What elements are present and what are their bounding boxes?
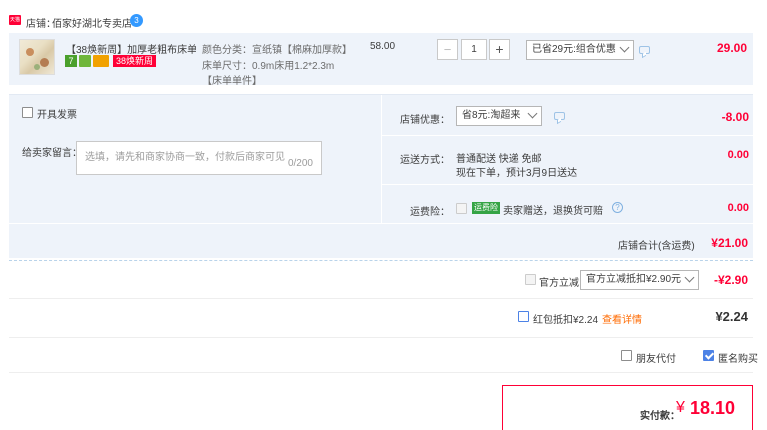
invoice-label: 开具发票 [37,110,77,121]
official-discount-label: 官方立减 [539,278,579,289]
anonymous-checkbox[interactable] [703,350,714,361]
shop-total-row: 店铺合计(含运费) ¥21.00 [9,223,753,259]
item-subtotal: 29.00 [716,41,747,55]
payment-amount: 18.10 [690,398,736,418]
insurance-text: 卖家赠送，退换货可赔 [503,206,603,217]
item-row: 【38焕新周】加厚老粗布床单... 7 38焕新周 颜色分类：宣纸镇【棉麻加厚款… [9,33,753,87]
shop-coupon-row: 店铺优惠： 省8元:淘超来 -8.00 [382,95,754,136]
service-badge-icon [79,55,91,67]
chevron-down-icon [619,42,630,53]
payment-label: 实付款： [640,411,680,422]
shop-total-amount: ¥21.00 [711,236,748,250]
right-column: 店铺优惠： 省8元:淘超来 -8.00 运送方式： 普通配送 快递 免邮 现在下… [381,95,754,223]
item-unit-price: 58.00 [370,41,396,52]
payment-summary-box: 实付款： ¥ 18.10 [502,385,753,430]
shop-total-label: 店铺合计(含运费) [618,241,695,252]
note-counter: 0/200 [287,158,313,169]
shop-name[interactable]: 佰家好湖北专卖店 [52,15,132,30]
invoice-checkbox[interactable] [22,107,33,118]
message-icon[interactable] [554,112,565,120]
promo-badge: 38焕新周 [113,55,157,67]
quantity-input[interactable]: 1 [461,39,487,60]
official-discount-row: 官方立减 官方立减抵扣¥2.90元 -¥2.90 [9,261,753,299]
help-icon[interactable]: ? [612,202,623,213]
message-icon[interactable] [639,46,650,54]
friend-pay-label: 朋友代付 [636,354,676,365]
shipping-eta: 现在下单，预计3月9日送达 [456,168,578,179]
payment-currency: ¥ [676,399,685,416]
note-textarea[interactable]: 选填，请先和商家协商一致，付款后商家可见 0/200 [76,141,322,175]
insurance-label: 运费险： [410,207,450,218]
seven-day-return-badge: 7 [65,55,77,67]
item-title[interactable]: 【38焕新周】加厚老粗布床单... [66,41,196,56]
official-discount-amount: -¥2.90 [713,273,748,287]
shop-coupon-label: 店铺优惠： [400,115,450,126]
insurance-amount: 0.00 [727,202,749,214]
friend-pay-checkbox[interactable] [621,350,632,361]
redpacket-checkbox[interactable] [518,311,529,322]
item-discount-select[interactable]: 已省29元:组合优惠 [526,40,634,60]
shipping-row: 运送方式： 普通配送 快递 免邮 现在下单，预计3月9日送达 0.00 [382,137,754,185]
official-discount-value: 官方立减抵扣¥2.90元 [586,274,682,285]
note-placeholder: 选填，请先和商家协商一致，付款后商家可见 [85,152,285,163]
redpacket-details-link[interactable]: 查看详情 [602,311,642,326]
chevron-down-icon [527,108,538,119]
insurance-tag: 运费险 [472,202,500,214]
redpacket-row: 红包抵扣¥2.24 查看详情 ¥2.24 [9,300,753,338]
shop-coupon-select[interactable]: 省8元:淘超来 [456,106,542,126]
insurance-checkbox [456,203,467,214]
official-discount-checkbox [525,274,536,285]
official-discount-select[interactable]: 官方立减抵扣¥2.90元 [580,270,699,290]
thumb-flower-icon [40,58,49,67]
pay-options-row: 朋友代付 匿名购买 [9,339,758,373]
insurance-row: 运费险： 运费险 卖家赠送，退换货可赔 ? 0.00 [382,186,754,223]
shipping-label: 运送方式： [400,155,450,166]
thumb-leaf-icon [34,64,40,70]
redpacket-label: 红包抵扣¥2.24 [533,315,599,326]
tmall-badge: 天猫 [9,15,21,25]
chat-icon[interactable]: 3 [130,14,143,27]
shipping-amount: 0.00 [727,149,749,161]
shop-coupon-value: 省8元:淘超来 [462,110,521,121]
order-options-panel: 开具发票 给卖家留言： 选填，请先和商家协商一致，付款后商家可见 0/200 店… [9,94,754,259]
shop-coupon-amount: -8.00 [721,110,749,124]
decrease-button[interactable]: − [437,39,458,60]
item-attr-note: 【床单单件】 [202,76,262,87]
shipping-method: 普通配送 快递 免邮 [456,154,542,165]
shop-header: 天猫 店铺： 佰家好湖北专卖店 3 [9,13,209,30]
anonymous-label: 匿名购买 [718,354,758,365]
thumb-flower-icon [26,48,34,56]
quantity-stepper: − 1 + [437,39,510,61]
increase-button[interactable]: + [489,39,510,60]
redpacket-amount: ¥2.24 [715,309,748,324]
item-attr-size: 床单尺寸：0.9m床用1.2*2.3m [202,61,335,72]
item-thumbnail[interactable] [19,39,55,75]
item-discount-value: 已省29元:组合优惠 [532,44,616,55]
chevron-down-icon [684,272,695,283]
item-attr-color: 颜色分类：宣纸镇【棉麻加厚款】 [202,45,352,56]
card-badge-icon [93,55,109,67]
note-label: 给卖家留言： [22,148,82,159]
